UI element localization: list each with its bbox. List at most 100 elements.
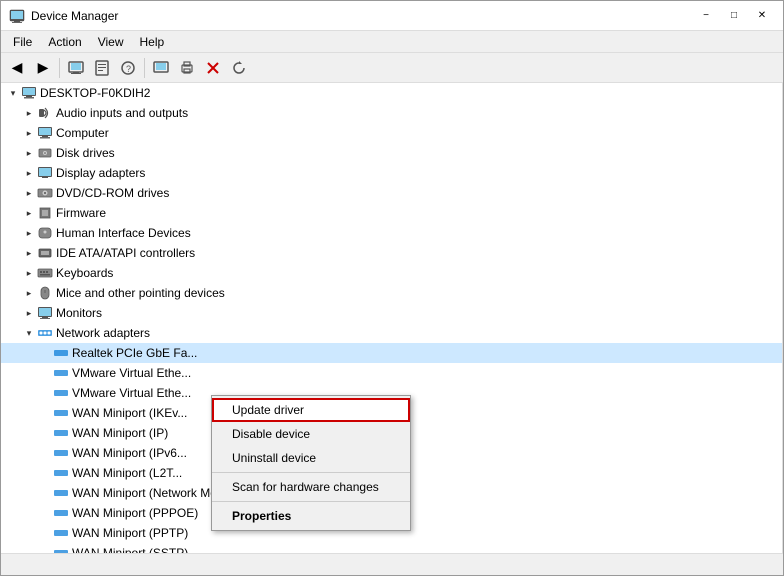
expand-keyboards[interactable] bbox=[21, 265, 37, 281]
nic-wan-l2t-icon bbox=[53, 465, 69, 481]
toolbar-scan[interactable] bbox=[149, 56, 173, 80]
close-button[interactable]: ✕ bbox=[749, 6, 775, 26]
tree-mice[interactable]: Mice and other pointing devices bbox=[1, 283, 782, 303]
toolbar-computer[interactable] bbox=[64, 56, 88, 80]
menu-help[interactable]: Help bbox=[132, 33, 173, 51]
context-separator bbox=[212, 472, 410, 473]
wan-ip-label: WAN Miniport (IP) bbox=[72, 426, 168, 440]
expand-hid[interactable] bbox=[21, 225, 37, 241]
expand-network[interactable] bbox=[21, 325, 37, 341]
toolbar-properties[interactable] bbox=[90, 56, 114, 80]
hid-label: Human Interface Devices bbox=[56, 226, 191, 240]
root-label: DESKTOP-F0KDIH2 bbox=[40, 86, 150, 100]
expand-dvd[interactable] bbox=[21, 185, 37, 201]
expand-root[interactable] bbox=[5, 85, 21, 101]
nic-wan-ipv6-icon bbox=[53, 445, 69, 461]
expand-wan-ipv6 bbox=[37, 445, 53, 461]
firmware-label: Firmware bbox=[56, 206, 106, 220]
tree-disk[interactable]: Disk drives bbox=[1, 143, 782, 163]
context-uninstall-device[interactable]: Uninstall device bbox=[212, 446, 410, 470]
vmware1-label: VMware Virtual Ethe... bbox=[72, 366, 191, 380]
expand-wan-pptp bbox=[37, 525, 53, 541]
disk-label: Disk drives bbox=[56, 146, 115, 160]
nic-wan-ikev-icon bbox=[53, 405, 69, 421]
context-scan-hardware[interactable]: Scan for hardware changes bbox=[212, 475, 410, 499]
toolbar-refresh[interactable] bbox=[227, 56, 251, 80]
tree-computer[interactable]: Computer bbox=[1, 123, 782, 143]
toolbar-separator-1 bbox=[59, 58, 60, 78]
nic-wan-pptp-icon bbox=[53, 525, 69, 541]
svg-text:?: ? bbox=[126, 64, 131, 74]
tree-wan-sstp[interactable]: WAN Miniport (SSTP) bbox=[1, 543, 782, 553]
expand-wan-l2t bbox=[37, 465, 53, 481]
device-manager-window: Device Manager − □ ✕ File Action View He… bbox=[0, 0, 784, 576]
expand-wan-netmon bbox=[37, 485, 53, 501]
tree-display[interactable]: Display adapters bbox=[1, 163, 782, 183]
expand-display[interactable] bbox=[21, 165, 37, 181]
tree-keyboards[interactable]: Keyboards bbox=[1, 263, 782, 283]
vmware2-label: VMware Virtual Ethe... bbox=[72, 386, 191, 400]
status-bar bbox=[1, 553, 783, 575]
expand-wan-pppoe bbox=[37, 505, 53, 521]
display-label: Display adapters bbox=[56, 166, 145, 180]
maximize-button[interactable]: □ bbox=[721, 6, 747, 26]
menu-action[interactable]: Action bbox=[40, 33, 89, 51]
menu-bar: File Action View Help bbox=[1, 31, 783, 53]
toolbar-remove[interactable] bbox=[201, 56, 225, 80]
toolbar-print[interactable] bbox=[175, 56, 199, 80]
dvd-icon bbox=[37, 185, 53, 201]
window-title: Device Manager bbox=[31, 9, 118, 23]
expand-vmware2 bbox=[37, 385, 53, 401]
wan-ipv6-label: WAN Miniport (IPv6... bbox=[72, 446, 187, 460]
forward-button[interactable]: ▶ bbox=[31, 56, 55, 80]
context-update-driver[interactable]: Update driver bbox=[212, 398, 410, 422]
toolbar-help[interactable]: ? bbox=[116, 56, 140, 80]
mouse-icon bbox=[37, 285, 53, 301]
computer-label: Computer bbox=[56, 126, 109, 140]
expand-vmware1 bbox=[37, 365, 53, 381]
monitors-label: Monitors bbox=[56, 306, 102, 320]
nic-wan-sstp-icon bbox=[53, 545, 69, 553]
context-separator-2 bbox=[212, 501, 410, 502]
expand-audio[interactable] bbox=[21, 105, 37, 121]
expand-firmware[interactable] bbox=[21, 205, 37, 221]
network-label: Network adapters bbox=[56, 326, 150, 340]
expand-wan-ikev bbox=[37, 405, 53, 421]
context-disable-device[interactable]: Disable device bbox=[212, 422, 410, 446]
ide-icon bbox=[37, 245, 53, 261]
tree-realtek[interactable]: Realtek PCIe GbE Fa... bbox=[1, 343, 782, 363]
toolbar: ◀ ▶ ? bbox=[1, 53, 783, 83]
minimize-button[interactable]: − bbox=[693, 6, 719, 26]
tree-root[interactable]: DESKTOP-F0KDIH2 bbox=[1, 83, 782, 103]
context-properties[interactable]: Properties bbox=[212, 504, 410, 528]
tree-hid[interactable]: Human Interface Devices bbox=[1, 223, 782, 243]
tree-panel[interactable]: DESKTOP-F0KDIH2 Audio inputs and outputs… bbox=[1, 83, 783, 553]
nic-vmware1-icon bbox=[53, 365, 69, 381]
tree-firmware[interactable]: Firmware bbox=[1, 203, 782, 223]
expand-wan-sstp bbox=[37, 545, 53, 553]
expand-disk[interactable] bbox=[21, 145, 37, 161]
back-button[interactable]: ◀ bbox=[5, 56, 29, 80]
wan-pptp-label: WAN Miniport (PPTP) bbox=[72, 526, 188, 540]
expand-ide[interactable] bbox=[21, 245, 37, 261]
tree-monitors[interactable]: Monitors bbox=[1, 303, 782, 323]
nic-wan-ip-icon bbox=[53, 425, 69, 441]
nic-vmware2-icon bbox=[53, 385, 69, 401]
expand-monitors[interactable] bbox=[21, 305, 37, 321]
hid-icon bbox=[37, 225, 53, 241]
tree-dvd[interactable]: DVD/CD-ROM drives bbox=[1, 183, 782, 203]
tree-vmware1[interactable]: VMware Virtual Ethe... bbox=[1, 363, 782, 383]
mice-label: Mice and other pointing devices bbox=[56, 286, 225, 300]
title-bar-left: Device Manager bbox=[9, 8, 118, 24]
tree-network[interactable]: Network adapters bbox=[1, 323, 782, 343]
expand-wan-ip bbox=[37, 425, 53, 441]
firmware-icon bbox=[37, 205, 53, 221]
menu-file[interactable]: File bbox=[5, 33, 40, 51]
expand-mice[interactable] bbox=[21, 285, 37, 301]
expand-computer[interactable] bbox=[21, 125, 37, 141]
tree-audio[interactable]: Audio inputs and outputs bbox=[1, 103, 782, 123]
menu-view[interactable]: View bbox=[90, 33, 132, 51]
tree-ide[interactable]: IDE ATA/ATAPI controllers bbox=[1, 243, 782, 263]
network-icon bbox=[37, 325, 53, 341]
expand-realtek bbox=[37, 345, 53, 361]
